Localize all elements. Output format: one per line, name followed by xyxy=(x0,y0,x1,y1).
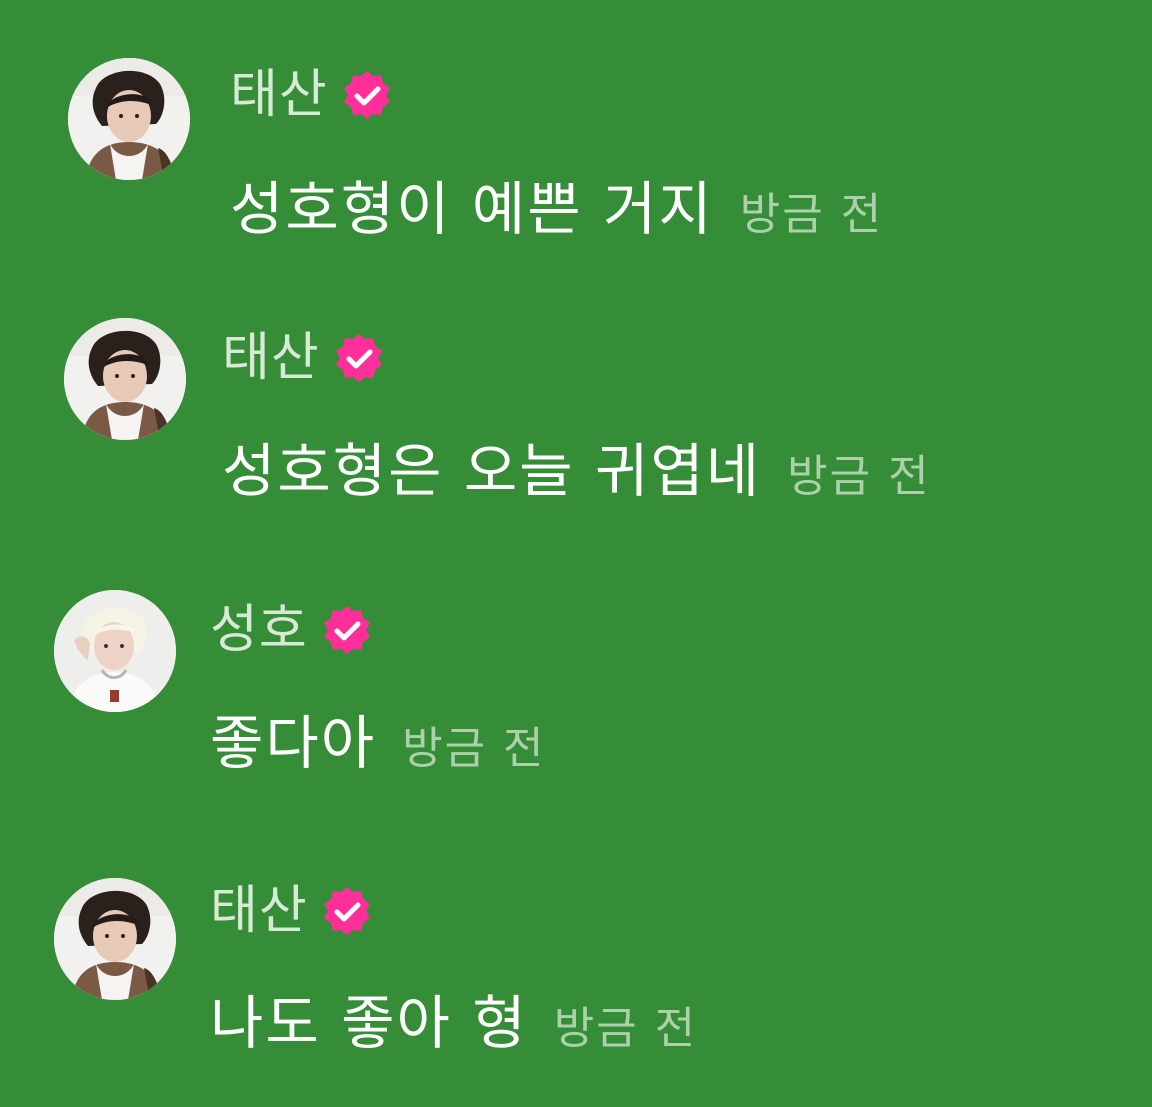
comment-text: 성호형이 예쁜 거지 xyxy=(230,175,714,243)
comment-text: 성호형은 오늘 귀엽네 xyxy=(222,437,762,505)
verified-badge-icon xyxy=(335,334,382,382)
verified-badge-icon xyxy=(323,887,370,935)
avatar-taesan[interactable] xyxy=(54,878,176,1000)
comment-text: 좋다아 xyxy=(210,709,377,777)
comment-time: 방금 전 xyxy=(787,451,931,502)
author-name[interactable]: 성호 xyxy=(210,604,308,656)
comment-time: 방금 전 xyxy=(739,189,884,240)
author-name[interactable]: 태산 xyxy=(210,885,308,937)
author-name[interactable]: 태산 xyxy=(222,332,320,384)
author-name[interactable]: 태산 xyxy=(230,69,328,121)
comment-time: 방금 전 xyxy=(402,723,546,774)
comment-time: 방금 전 xyxy=(553,1003,698,1054)
profile-photo-taesan xyxy=(54,878,176,1000)
verified-badge-icon xyxy=(323,606,370,654)
profile-photo-taesan xyxy=(68,58,190,180)
verified-badge-icon xyxy=(343,71,390,119)
avatar-taesan[interactable] xyxy=(64,318,186,440)
profile-photo-seongho xyxy=(54,590,176,712)
comment-text: 나도 좋아 형 xyxy=(210,989,528,1057)
avatar-seongho[interactable] xyxy=(54,590,176,712)
avatar-taesan[interactable] xyxy=(68,58,190,180)
profile-photo-taesan xyxy=(64,318,186,440)
